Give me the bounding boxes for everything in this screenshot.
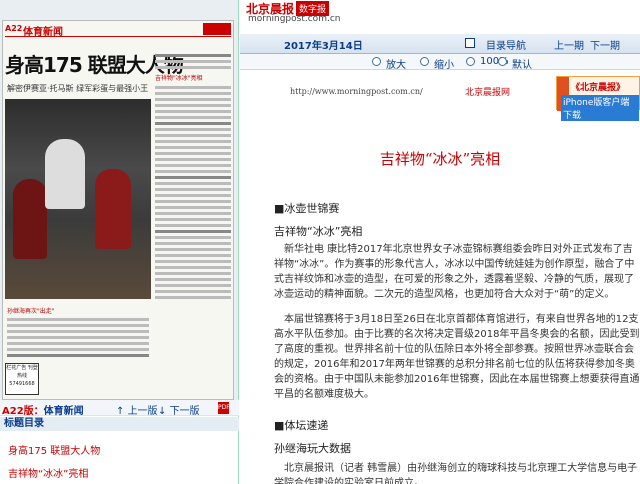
next-section-button[interactable]: ↓ 下一版 [158, 402, 200, 417]
banner-title: 《北京晨报》 [571, 83, 626, 93]
prev-section-button[interactable]: ↑ 上一版 [116, 402, 158, 417]
zoom-in-icon[interactable] [372, 57, 381, 66]
paper-subhead: 解密伊赛亚·托马斯 绿军彩蛋与最强小王 [7, 84, 149, 93]
article-paragraph: 新华社电 康比特2017年北京世界女子冰壶锦标赛组委会昨日对外正式发布了吉祥物“… [274, 244, 635, 300]
directory-icon[interactable] [465, 38, 475, 48]
title-list-panel: A22版：体育新闻 ↑ 上一版 ↓ 下一版 PDF 标题目录 身高175 联盟大… [0, 400, 239, 484]
site-url: morningpost.com.cn [248, 14, 341, 24]
paper-side-column[interactable]: 吉祥物"冰冰"亮相 [153, 51, 233, 391]
paper-page-number: A22 [5, 24, 23, 33]
paper-ad-box: 栏花广告 刊登热线 57491668 [5, 363, 39, 395]
date-nav-bar: 2017年3月14日 目录导航 上一期 下一期 [240, 34, 640, 54]
player-figure [45, 139, 85, 209]
basketball-photo [5, 99, 151, 299]
paper-lower-caption: 孙继海再次"出走" [7, 308, 55, 315]
site-header: 北京晨报 数字报 morningpost.com.cn [240, 0, 640, 34]
section-heading: ■冰壶世锦赛 [274, 202, 340, 215]
prev-issue-link[interactable]: 上一期 [554, 37, 584, 52]
zoom-out-icon[interactable] [420, 57, 429, 66]
paper-masthead: A22 体育新闻 [5, 23, 231, 38]
site-url-link[interactable]: http://www.morningpost.com.cn/ [290, 87, 423, 96]
newspaper-page-image[interactable]: A22 体育新闻 身高175 联盟大人物 解密伊赛亚·托马斯 绿军彩蛋与最强小王… [2, 20, 234, 400]
default-view-icon[interactable] [498, 57, 507, 66]
pdf-icon[interactable]: PDF [218, 402, 230, 414]
section-label: A22版：体育新闻 [2, 406, 84, 417]
directory-nav-link[interactable]: 目录导航 [486, 37, 526, 52]
article-panel: http://www.morningpost.com.cn/ 北京晨报网 《北京… [240, 70, 640, 484]
title-list-heading: 标题目录 [0, 417, 239, 431]
title-list-item[interactable]: 身高175 联盟大人物 [8, 442, 100, 457]
view-toolbar: 放大 缩小 100% 默认 [240, 54, 640, 71]
zoom-in-button[interactable]: 放大 [386, 56, 406, 71]
site-name-link[interactable]: 北京晨报网 [465, 85, 510, 98]
player-figure [13, 179, 47, 259]
article-subtitle: 孙继海玩大数据 [274, 442, 351, 455]
paper-section-badge [203, 23, 231, 35]
paper-side-caption: 吉祥物"冰冰"亮相 [155, 75, 203, 82]
zoom-out-button[interactable]: 缩小 [434, 56, 454, 71]
paper-section-name: 体育新闻 [23, 27, 63, 38]
section-heading: ■体坛速递 [274, 419, 329, 432]
app-download-banner[interactable]: 《北京晨报》 iPhone版客户端下载 [556, 76, 640, 121]
article-title: 吉祥物“冰冰”亮相 [379, 150, 501, 168]
article-subtitle: 吉祥物“冰冰”亮相 [274, 225, 363, 238]
article-paragraph: 北京晨报讯（记者 韩雪晨）由孙继海创立的嗨球科技与北京理工大学信息与电子学院合作… [274, 463, 638, 484]
issue-date: 2017年3月14日 [284, 41, 363, 52]
player-figure [95, 169, 131, 249]
article-paragraph: 本届世锦赛将于3月18日至26日在北京首都体育馆进行，有来自世界各地的12支高水… [274, 314, 640, 400]
banner-subtitle: iPhone版客户端下载 [561, 95, 639, 121]
next-issue-link[interactable]: 下一期 [590, 37, 620, 52]
actual-size-icon[interactable] [466, 57, 475, 66]
default-view-button[interactable]: 默认 [512, 56, 532, 71]
section-nav-bar: A22版：体育新闻 ↑ 上一版 ↓ 下一版 PDF [0, 400, 239, 417]
newspaper-page-panel: A22 体育新闻 身高175 联盟大人物 解密伊赛亚·托马斯 绿军彩蛋与最强小王… [0, 0, 239, 400]
title-list-item[interactable]: 吉祥物“冰冰”亮相 [8, 465, 88, 480]
